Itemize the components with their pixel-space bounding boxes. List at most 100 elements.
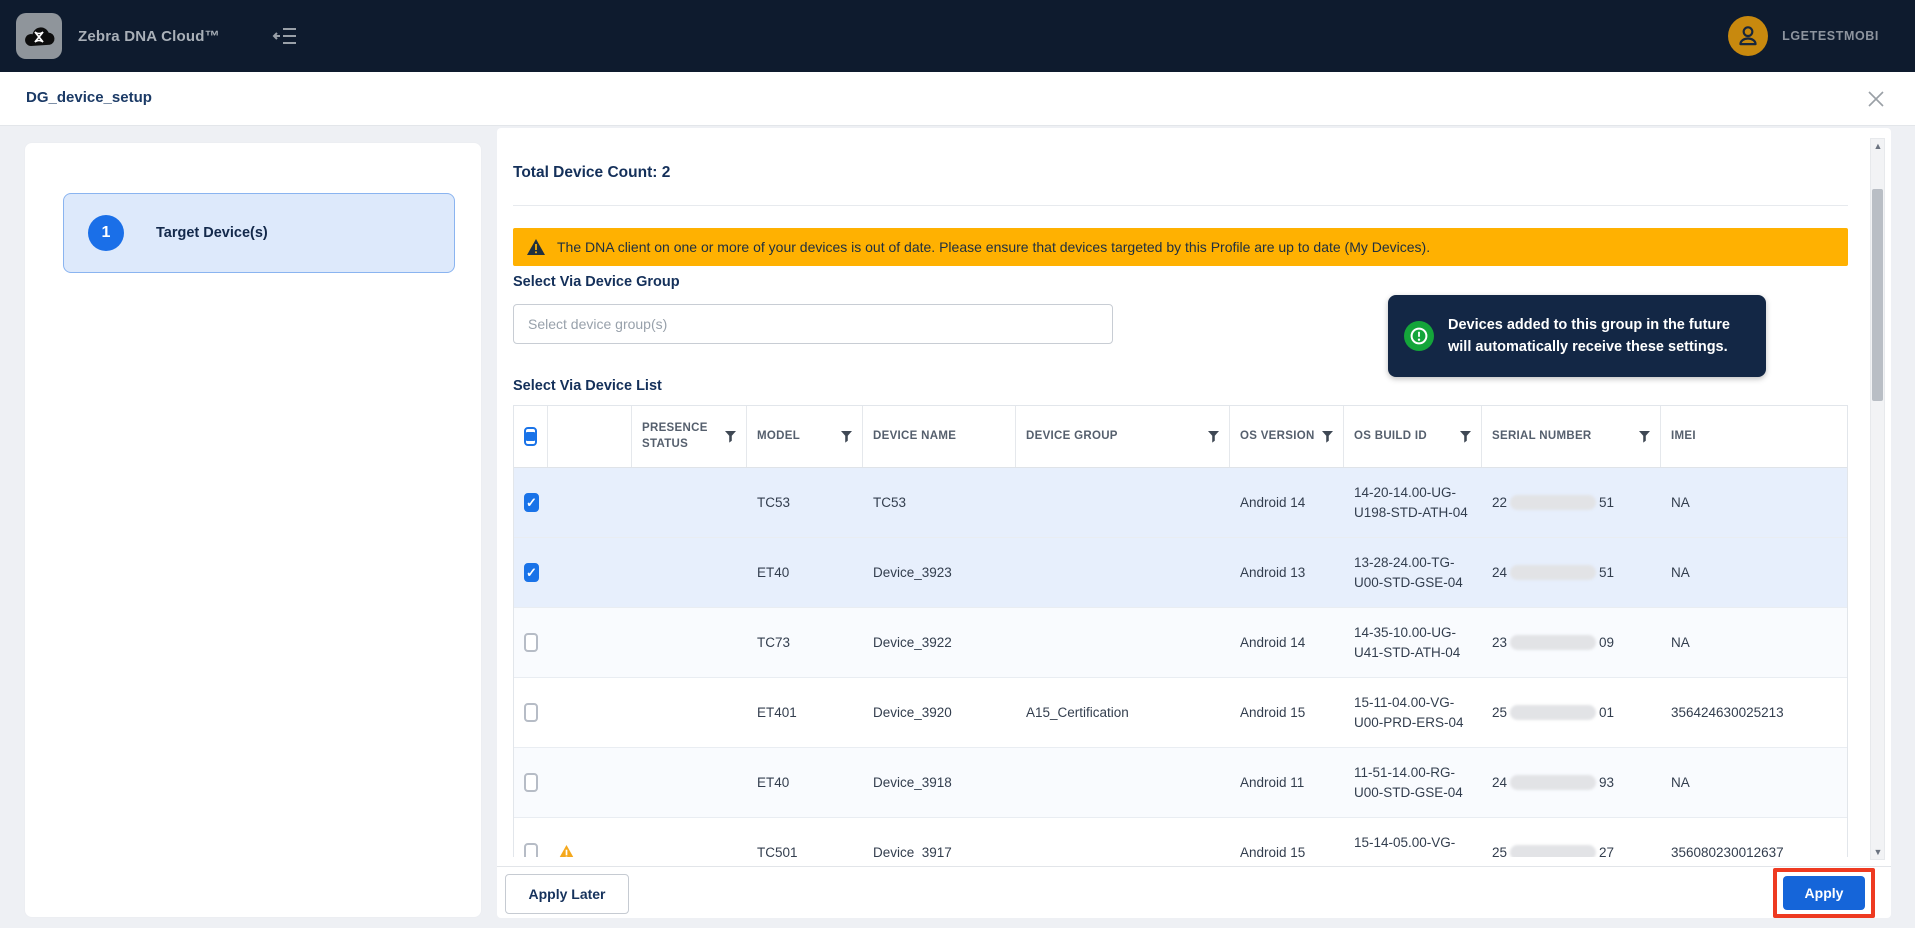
info-tooltip: Devices added to this group in the futur… — [1388, 295, 1766, 377]
row-checkbox[interactable] — [524, 633, 538, 652]
app-title: Zebra DNA Cloud™ — [78, 27, 220, 45]
os-version-cell: Android 11 — [1240, 774, 1305, 790]
scroll-down-icon[interactable]: ▼ — [1873, 847, 1883, 857]
os-build-id-cell: 15-14-05.00-VG-U00-PRD-ERS-04 — [1354, 834, 1464, 857]
scroll-up-icon[interactable]: ▲ — [1873, 141, 1883, 151]
user-avatar[interactable] — [1728, 16, 1769, 56]
user-menu[interactable]: LGETESTMOBI — [1728, 0, 1879, 72]
os-build-id-cell: 14-20-14.00-UG-U198-STD-ATH-04 — [1354, 484, 1468, 520]
device-list-section-label: Select Via Device List — [513, 378, 662, 394]
apply-button-highlight: Apply — [1773, 868, 1875, 918]
close-icon[interactable] — [1865, 88, 1887, 110]
redacted-serial — [1510, 775, 1597, 790]
table-row[interactable]: TC73 Device_3922 Android 14 14-35-10.00-… — [514, 608, 1847, 678]
page-header: DG_device_setup — [0, 72, 1915, 126]
warning-triangle-icon — [527, 239, 545, 255]
device-group-cell — [1016, 538, 1230, 607]
os-version-cell: Android 15 — [1240, 704, 1306, 720]
vertical-scrollbar[interactable]: ▲ ▼ — [1870, 138, 1885, 860]
person-icon — [1739, 26, 1757, 46]
filter-icon[interactable] — [1639, 430, 1650, 443]
model-cell: ET40 — [757, 774, 790, 790]
username-label: LGETESTMOBI — [1782, 29, 1879, 43]
device-group-cell: A15_Certification — [1026, 704, 1129, 720]
redacted-serial — [1510, 495, 1597, 510]
filter-icon[interactable] — [1460, 430, 1471, 443]
row-checkbox[interactable] — [524, 773, 538, 792]
device-warning-icon — [559, 845, 574, 857]
os-build-id-cell: 13-28-24.00-TG-U00-STD-GSE-04 — [1354, 554, 1463, 590]
device-name-cell: Device_3922 — [873, 634, 952, 650]
model-cell: TC53 — [757, 494, 791, 510]
table-row[interactable]: TC53 TC53 Android 14 14-20-14.00-UG-U198… — [514, 468, 1847, 538]
serial-number-cell: 25 27 — [1482, 818, 1661, 857]
os-version-cell: Android 14 — [1240, 494, 1306, 510]
wizard-panel: 1 Target Device(s) — [24, 142, 482, 918]
column-label: MODEL — [757, 429, 801, 442]
zebra-logo — [16, 13, 62, 59]
row-checkbox[interactable] — [524, 493, 539, 512]
table-row[interactable]: ET40 Device_3918 Android 11 11-51-14.00-… — [514, 748, 1847, 818]
column-header-device-group: DEVICE GROUP — [1016, 406, 1230, 467]
presence-status-cell — [632, 678, 747, 747]
table-row[interactable]: TC501 Device_3917 Android 15 15-14-05.00… — [514, 818, 1847, 857]
imei-cell: 356080230012637 — [1671, 844, 1784, 857]
column-label: IMEI — [1671, 429, 1696, 442]
device-group-input[interactable] — [513, 304, 1113, 344]
column-header-device-name: DEVICE NAME — [863, 406, 1016, 467]
column-label: DEVICE GROUP — [1026, 429, 1118, 442]
presence-status-cell — [632, 818, 747, 857]
row-checkbox[interactable] — [524, 843, 538, 857]
apply-later-button[interactable]: Apply Later — [505, 874, 629, 914]
device-name-cell: TC53 — [873, 494, 907, 510]
serial-number-cell: 24 93 — [1492, 774, 1615, 790]
table-header-row: PRESENCE STATUS MODEL DEVICE NAME DEVICE GR… — [514, 406, 1847, 468]
scrollbar-thumb[interactable] — [1872, 189, 1883, 401]
filter-icon[interactable] — [725, 430, 736, 443]
os-build-id-cell: 14-35-10.00-UG-U41-STD-ATH-04 — [1354, 624, 1461, 660]
total-device-count: Total Device Count: 2 — [513, 164, 671, 181]
model-cell: ET40 — [757, 564, 790, 580]
model-cell: ET401 — [757, 704, 797, 720]
filter-icon[interactable] — [1322, 430, 1333, 443]
step-label: Target Device(s) — [156, 225, 268, 241]
main-content: Total Device Count: 2 The DNA client on … — [497, 128, 1891, 918]
device-group-cell — [1016, 468, 1230, 537]
serial-number-cell: 25 01 — [1492, 704, 1615, 720]
column-header-os-build-id: OS BUILD ID — [1344, 406, 1482, 467]
os-version-cell: Android 15 — [1240, 844, 1306, 857]
row-checkbox[interactable] — [524, 563, 539, 582]
apply-button[interactable]: Apply — [1783, 876, 1865, 910]
column-label: OS BUILD ID — [1354, 429, 1427, 442]
imei-cell: 356424630025213 — [1671, 704, 1784, 720]
table-row[interactable]: ET40 Device_3923 Android 13 13-28-24.00-… — [514, 538, 1847, 608]
page-title: DG_device_setup — [26, 89, 152, 106]
serial-number-cell: 23 09 — [1492, 634, 1615, 650]
table-body: TC53 TC53 Android 14 14-20-14.00-UG-U198… — [514, 468, 1847, 857]
collapse-menu-icon[interactable] — [272, 26, 298, 46]
column-label: DEVICE NAME — [873, 429, 957, 442]
redacted-serial — [1510, 565, 1597, 580]
redacted-serial — [1510, 845, 1597, 857]
info-icon — [1404, 321, 1434, 351]
device-name-cell: Device_3917 — [873, 844, 952, 857]
warning-banner: The DNA client on one or more of your de… — [513, 228, 1848, 266]
row-checkbox[interactable] — [524, 703, 538, 722]
os-version-cell: Android 14 — [1240, 634, 1306, 650]
column-label: PRESENCE STATUS — [642, 421, 708, 450]
step-number-badge: 1 — [88, 215, 124, 251]
os-build-id-cell: 15-11-04.00-VG-U00-PRD-ERS-04 — [1354, 694, 1464, 730]
wizard-step-target-devices[interactable]: 1 Target Device(s) — [63, 193, 455, 273]
select-all-checkbox[interactable] — [524, 427, 537, 446]
device-table: PRESENCE STATUS MODEL DEVICE NAME DEVICE GR… — [513, 405, 1848, 857]
redacted-serial — [1510, 635, 1597, 650]
device-group-cell — [1016, 608, 1230, 677]
filter-icon[interactable] — [1208, 430, 1219, 443]
device-group-cell — [1016, 748, 1230, 817]
model-cell: TC501 — [757, 844, 798, 857]
filter-icon[interactable] — [841, 430, 852, 443]
table-row[interactable]: ET401 Device_3920 A15_Certification Andr… — [514, 678, 1847, 748]
redacted-serial — [1510, 705, 1597, 720]
presence-status-cell — [632, 538, 747, 607]
serial-number-cell: 24 51 — [1492, 564, 1615, 580]
